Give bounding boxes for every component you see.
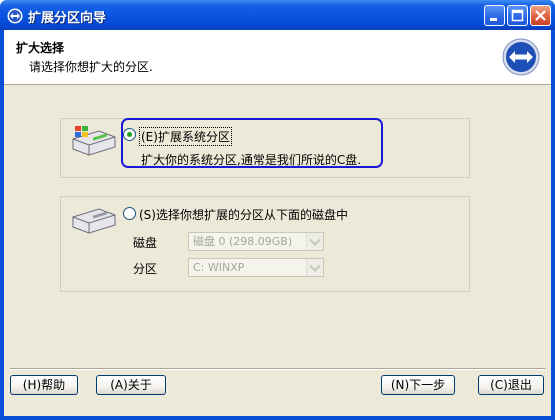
close-button[interactable]: [530, 5, 551, 26]
client-area: 扩大选择 请选择你想扩大的分区. (E)扩展系统分区 扩大你的系统分区,通常是我…: [4, 30, 551, 416]
other-partition-label[interactable]: (S)选择你想扩展的分区从下面的磁盘中: [139, 206, 348, 223]
chevron-down-icon[interactable]: [306, 233, 323, 250]
window-title: 扩展分区向导: [28, 11, 107, 26]
minimize-button[interactable]: [484, 5, 505, 26]
wizard-header: 扩大选择 请选择你想扩大的分区.: [4, 30, 551, 85]
footer-divider: [10, 368, 545, 370]
partition-field-label: 分区: [133, 262, 158, 276]
about-button[interactable]: (A)关于: [96, 375, 166, 395]
wizard-body: (E)扩展系统分区 扩大你的系统分区,通常是我们所说的C盘. (S)选择你想扩展…: [4, 86, 551, 376]
maximize-icon: [511, 9, 524, 22]
page-title: 扩大选择: [16, 41, 65, 55]
disk-field-label: 磁盘: [133, 236, 158, 250]
disk-select-value: 磁盘 0 (298.09GB): [193, 235, 293, 248]
exit-button[interactable]: (C)退出: [478, 375, 544, 395]
wizard-window: 扩展分区向导 扩大选择 请选择你想扩大的分区. (E)扩展系统分区 扩大你的系统…: [0, 0, 555, 420]
minimize-icon: [490, 18, 497, 21]
partition-select[interactable]: C: WINXP: [188, 258, 324, 277]
other-partition-radio[interactable]: [123, 207, 136, 220]
chevron-down-icon[interactable]: [306, 259, 323, 276]
expand-arrows-icon: [502, 38, 540, 76]
option-other-group: (S)选择你想扩展的分区从下面的磁盘中 磁盘 磁盘 0 (298.09GB) 分…: [60, 196, 470, 292]
system-partition-radio[interactable]: [123, 128, 136, 141]
maximize-button[interactable]: [507, 5, 528, 26]
system-partition-label[interactable]: (E)扩展系统分区: [139, 127, 232, 146]
option-system-group: (E)扩展系统分区 扩大你的系统分区,通常是我们所说的C盘.: [60, 118, 470, 178]
close-icon: [535, 10, 546, 21]
disk-icon: [72, 208, 116, 234]
page-subtitle: 请选择你想扩大的分区.: [29, 60, 153, 74]
partition-select-value: C: WINXP: [193, 261, 245, 274]
title-bar[interactable]: 扩展分区向导: [0, 0, 555, 30]
disk-select[interactable]: 磁盘 0 (298.09GB): [188, 232, 324, 251]
help-button[interactable]: (H)帮助: [10, 375, 78, 395]
next-button[interactable]: (N)下一步: [381, 375, 455, 395]
app-icon: [7, 8, 23, 24]
system-disk-icon: [72, 126, 116, 156]
system-partition-description: 扩大你的系统分区,通常是我们所说的C盘.: [141, 153, 362, 167]
